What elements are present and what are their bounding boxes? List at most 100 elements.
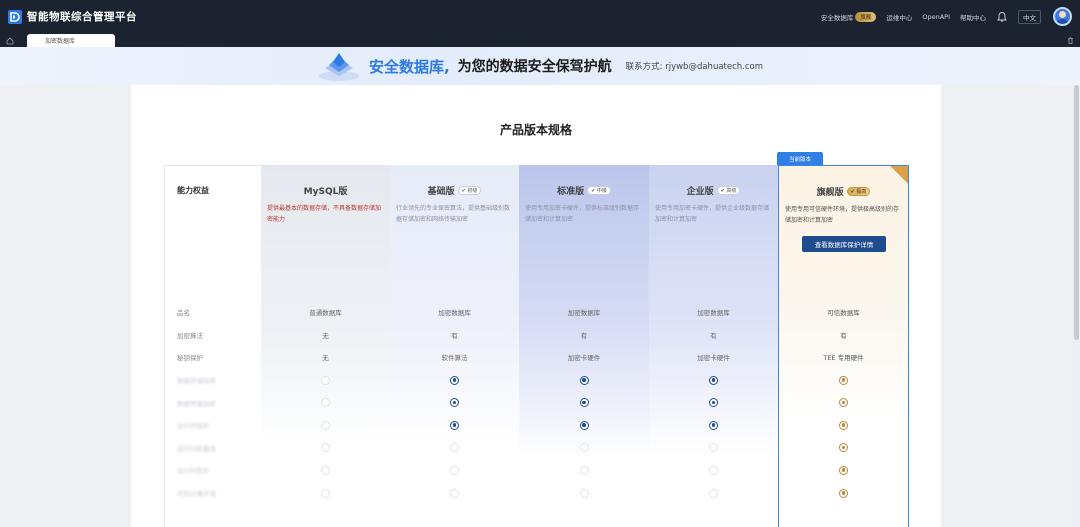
radio-cell [778,482,909,504]
radio-unchecked-icon [321,465,330,475]
promo-banner: 安全数据库, 为您的数据安全保驾护航 联系方式: rjywb@dahuatech… [0,47,1080,85]
radio-checked-icon [579,420,589,430]
radio-cell [519,392,649,414]
corner-ribbon [890,166,908,184]
radio-checked-icon [450,375,459,385]
current-version-tag: 当前版本 [777,152,823,165]
banner-contact: 联系方式: rjywb@dahuatech.com [625,62,764,72]
radio-checked-icon [709,375,718,385]
radio-checked-icon [450,420,459,430]
row-label: 数据传输加密 [177,399,216,408]
capability-header: 能力权益 [177,186,209,195]
scroll-thumb[interactable] [1074,85,1079,340]
standard-desc: 使用专用加密卡硬件，提供标准级别数据存储加密和计算加密 [525,205,640,223]
radio-checked-icon [709,420,718,430]
radio-cell [261,414,390,436]
radio-cell [778,437,909,459]
row-label: 运行时防护 [177,467,210,476]
radio-cell [778,392,909,414]
enterprise-badge: ✔ 高级 [716,186,741,195]
radio-cell [390,414,519,436]
radio-cell [390,459,519,481]
database-shield-icon [318,53,359,81]
radio-unchecked-icon [321,420,330,430]
home-icon [6,36,14,44]
help-center-link[interactable]: 帮助中心 [960,12,986,22]
flagship-desc: 使用专用可信硬件环境，提供极高级别的存储加密和计算加密 [785,206,900,224]
radio-cell [261,459,390,481]
radio-checked-icon [579,398,589,408]
row-value: 有 [710,331,717,340]
tab-bar: 加密数据库 [0,33,1080,47]
radio-unchecked-icon [321,398,330,408]
row-label: 可信计算环境 [177,490,216,498]
row-value: 普通数据库 [309,309,342,317]
radio-cell [519,414,649,436]
language-switch[interactable]: 中文 [1018,9,1041,24]
radio-cell [649,437,778,459]
radio-unchecked-icon [321,488,330,498]
tab-encrypted-db[interactable]: 加密数据库 [27,34,115,47]
radio-unchecked-icon [450,443,459,453]
radio-cell [649,369,778,391]
table-row: 数据传输加密 [164,392,909,414]
row-label: 运行时保护 [177,422,210,431]
home-tab[interactable] [0,34,20,47]
secure-db-link[interactable]: 安全数据库 旗舰 [821,11,877,22]
radio-cell [519,437,649,459]
radio-unchecked-icon [321,443,330,453]
view-protection-details-button[interactable]: 查看数据库保护详情 [802,236,886,252]
row-label: 秘钥保护 [177,354,203,362]
radio-unchecked-icon [321,375,330,385]
table-row: 数据存储加密 [164,369,909,391]
radio-unchecked-icon [579,443,589,453]
mysql-name: MySQL版 [303,187,348,197]
radio-cell [519,369,649,391]
table-row: 运行时防护 [164,459,909,481]
radio-cell [261,392,390,414]
radio-cell [778,414,909,436]
bell-icon[interactable] [996,11,1008,23]
banner-highlight: 安全数据库, [368,57,450,76]
banner-slogan: 为您的数据安全保驾护航 [457,59,612,75]
basic-badge-label: 初级 [467,188,478,194]
mysql-desc: 提供最基本的数据存储，不具备数据存储加密能力 [267,205,382,223]
table-row: 秘钥保护 无 软件算法 加密卡硬件 加密卡硬件 TEE 专用硬件 [164,346,909,368]
row-label: 数据存储加密 [177,377,216,385]
radio-cell [778,459,909,481]
row-value: TEE 专用硬件 [823,354,864,362]
avatar[interactable] [1053,7,1072,26]
radio-cell [519,459,649,481]
radio-cell [519,482,649,504]
open-api-link[interactable]: OpenAPI [922,13,950,21]
radio-checked-icon [839,375,848,385]
radio-cell [261,369,390,391]
ops-center-link[interactable]: 运维中心 [886,12,912,22]
enterprise-name: 企业版 [686,187,714,197]
radio-cell [649,482,778,504]
edition-badge: 旗舰 [855,11,877,22]
row-value: 无 [322,354,329,362]
top-bar: 智能物联综合管理平台 安全数据库 旗舰 运维中心 OpenAPI 帮助中心 中文 [0,0,1080,33]
basic-name: 基础版 [427,187,455,197]
radio-checked-icon [450,398,459,408]
row-value: 有 [840,331,847,340]
row-value: 加密卡硬件 [697,354,730,362]
table-row: 运行时保护 [164,414,909,436]
trash-icon[interactable] [1067,37,1074,44]
app-logo-icon [8,9,22,24]
radio-checked-icon [579,375,589,385]
radio-checked-icon [709,398,718,408]
basic-desc: 行业领先的专业保密算法，提供基础级别数据存储加密和网络传输加密 [396,205,511,223]
page-scrollbar[interactable] [1073,85,1080,527]
radio-unchecked-icon [709,443,718,453]
table-row: 品名 普通数据库 加密数据库 加密数据库 加密数据库 可信数据库 [164,301,909,323]
standard-name: 标准版 [557,187,585,197]
row-value: 软件算法 [441,354,468,362]
flagship-badge-label: 极高 [856,189,867,195]
table-row: 运行时防篡改 [164,437,909,459]
radio-cell [649,414,778,436]
page-title: 产品版本规格 [499,123,572,137]
row-label: 运行时防篡改 [177,444,216,453]
flagship-name: 旗舰版 [816,188,844,198]
